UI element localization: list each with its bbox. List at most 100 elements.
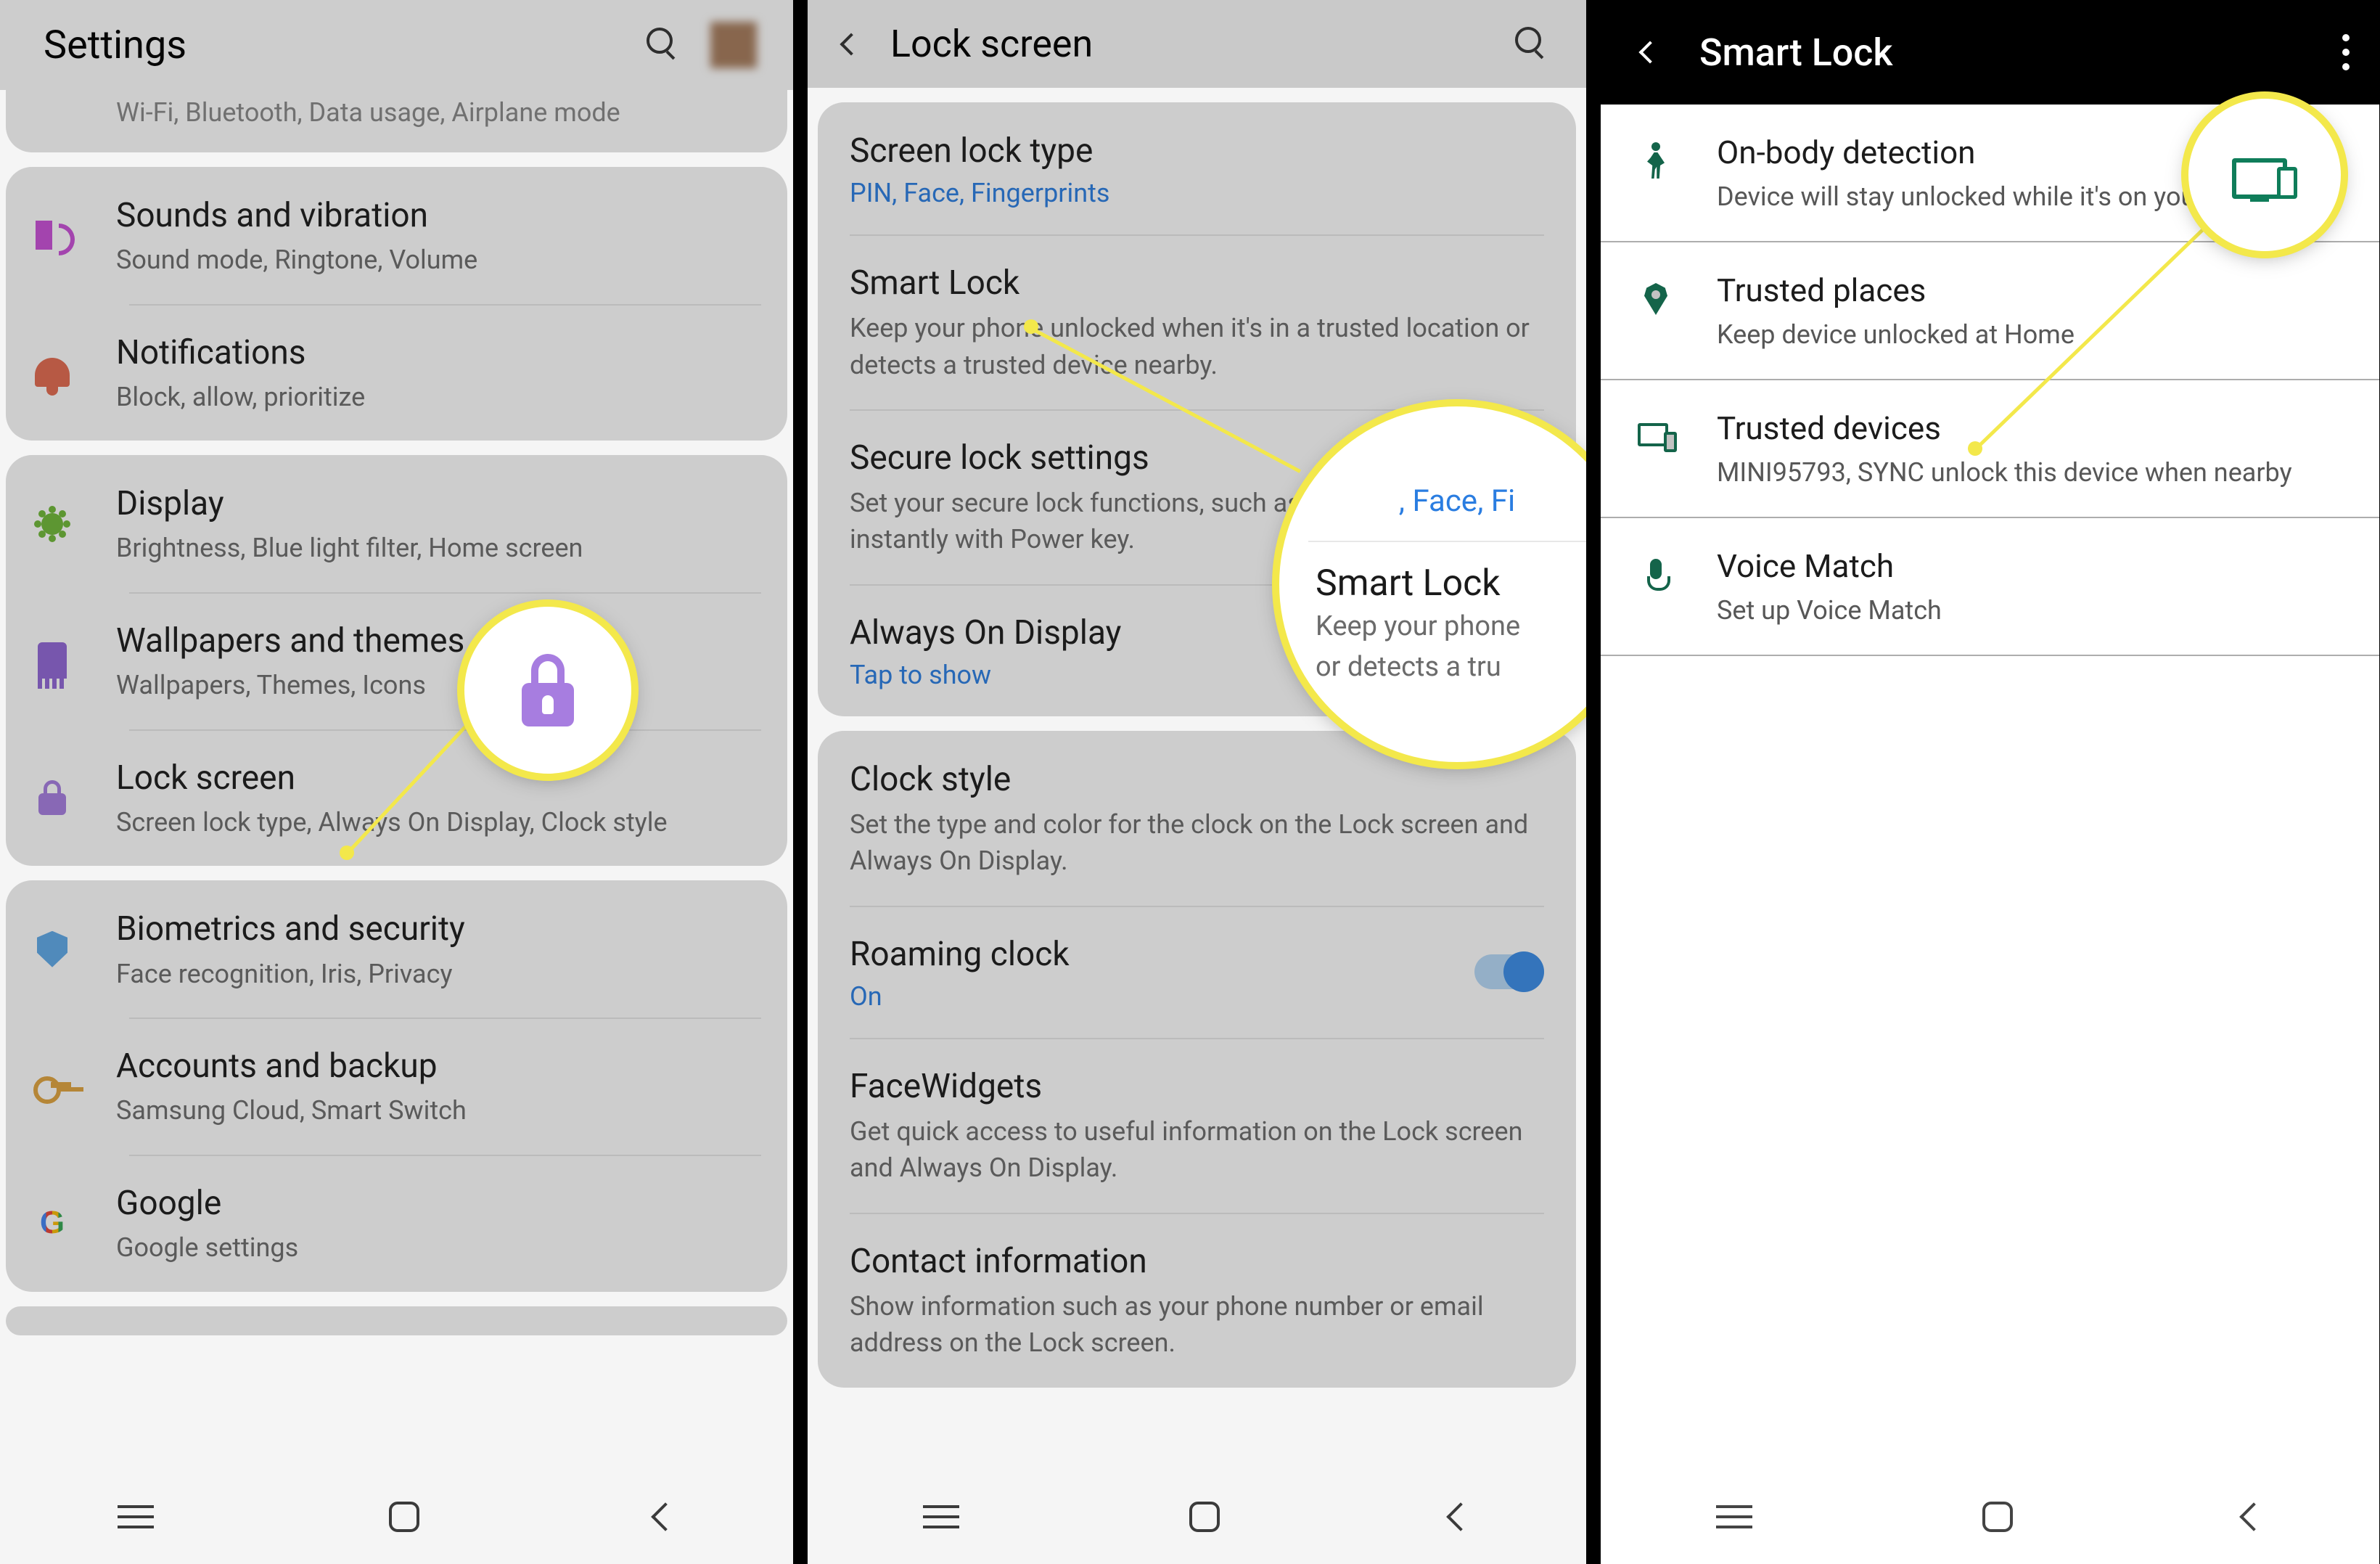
devices-icon (1636, 417, 1676, 457)
settings-item-sub: Google settings (116, 1230, 761, 1266)
nav-bar (0, 1470, 793, 1564)
settings-item-title: Display (116, 481, 761, 526)
settings-item-google[interactable]: G Google Google settings (6, 1155, 787, 1292)
settings-item-sub: Sound mode, Ringtone, Volume (116, 242, 761, 278)
item-sub: Set up Voice Match (1717, 592, 1942, 629)
settings-item-sub: Samsung Cloud, Smart Switch (116, 1093, 761, 1129)
nav-recents[interactable] (1716, 1505, 1752, 1528)
lockscreen-item-smart-lock[interactable]: Smart Lock Keep your phone unlocked when… (818, 234, 1576, 409)
back-button[interactable] (834, 27, 869, 62)
search-icon[interactable] (647, 28, 681, 62)
nav-home[interactable] (1189, 1502, 1220, 1532)
settings-item-sub: Face recognition, Iris, Privacy (116, 957, 761, 992)
nav-home[interactable] (1982, 1502, 2013, 1532)
bell-icon (32, 352, 73, 393)
item-title: Contact information (850, 1239, 1544, 1284)
item-sub: On (850, 981, 1474, 1012)
mic-icon (1636, 554, 1676, 595)
settings-header: Settings (0, 0, 793, 90)
settings-item-sub: Screen lock type, Always On Display, Clo… (116, 805, 761, 840)
item-sub: Show information such as your phone numb… (850, 1288, 1544, 1362)
lockscreen-item-screen-lock-type[interactable]: Screen lock type PIN, Face, Fingerprints (818, 102, 1576, 234)
callout-sub: Keep your phone (1308, 609, 1586, 644)
callout-partial-text: , Face, Fi (1308, 483, 1586, 519)
settings-item-connections-partial[interactable]: Wi-Fi, Bluetooth, Data usage, Airplane m… (6, 90, 787, 152)
item-title: On-body detection (1717, 131, 2202, 176)
walk-icon (1636, 141, 1676, 181)
nav-bar (808, 1470, 1586, 1564)
settings-item-title: Sounds and vibration (116, 193, 761, 238)
nav-back[interactable] (2244, 1507, 2264, 1527)
nav-back[interactable] (655, 1507, 676, 1527)
nav-recents[interactable] (118, 1505, 154, 1528)
brush-icon (32, 640, 73, 681)
settings-item-title: Notifications (116, 330, 761, 375)
page-title: Lock screen (890, 22, 1515, 66)
item-title: Trusted places (1717, 269, 2075, 314)
item-sub: Device will stay unlocked while it's on … (1717, 179, 2202, 215)
settings-item-sounds[interactable]: Sounds and vibration Sound mode, Rington… (6, 167, 787, 304)
lockscreen-item-contact-info[interactable]: Contact information Show information suc… (818, 1213, 1576, 1388)
item-title: Screen lock type (850, 128, 1544, 173)
pin-icon (1636, 279, 1676, 319)
lock-icon (522, 654, 574, 726)
settings-item-accounts[interactable]: Accounts and backup Samsung Cloud, Smart… (6, 1018, 787, 1155)
speaker-icon (32, 215, 73, 255)
google-icon: G (32, 1203, 73, 1243)
settings-item-title: Google (116, 1181, 761, 1226)
lock-screen-screen: Lock screen Screen lock type PIN, Face, … (793, 0, 1586, 1564)
item-sub: Set the type and color for the clock on … (850, 806, 1544, 880)
smart-lock-header: Smart Lock (1601, 0, 2379, 105)
item-sub: Keep device unlocked at Home (1717, 316, 2075, 353)
settings-item-title: Accounts and backup (116, 1044, 761, 1089)
key-icon (32, 1065, 73, 1106)
smart-lock-screen: Smart Lock On-body detection Device will… (1586, 0, 2379, 1564)
lock-icon (32, 777, 73, 818)
search-icon[interactable] (1515, 27, 1550, 62)
more-icon[interactable] (2342, 34, 2350, 70)
back-button[interactable] (1630, 32, 1670, 73)
item-title: Clock style (850, 757, 1544, 802)
annotation-callout-lock-icon (464, 607, 631, 774)
annotation-callout-trusted-devices (2188, 99, 2341, 251)
shield-icon (32, 929, 73, 970)
page-title: Smart Lock (1699, 30, 2342, 75)
item-title: Roaming clock (850, 932, 1474, 977)
settings-item-sub: Brightness, Blue light filter, Home scre… (116, 531, 761, 566)
item-sub: Keep your phone unlocked when it's in a … (850, 310, 1544, 383)
smartlock-item-voice-match[interactable]: Voice Match Set up Voice Match (1601, 518, 2379, 656)
item-sub: PIN, Face, Fingerprints (850, 178, 1544, 208)
settings-item-biometrics[interactable]: Biometrics and security Face recognition… (6, 880, 787, 1018)
item-title: Smart Lock (850, 261, 1544, 306)
settings-item-title: Lock screen (116, 756, 761, 801)
nav-home[interactable] (389, 1502, 419, 1532)
roaming-clock-toggle[interactable] (1474, 954, 1544, 989)
lock-screen-header: Lock screen (808, 0, 1586, 88)
item-title: FaceWidgets (850, 1064, 1544, 1109)
item-title: Trusted devices (1717, 406, 2292, 451)
item-sub: Get quick access to useful information o… (850, 1113, 1544, 1187)
settings-item-wallpapers[interactable]: Wallpapers and themes Wallpapers, Themes… (6, 592, 787, 729)
devices-icon (2232, 151, 2297, 199)
callout-sub: or detects a tru (1308, 650, 1586, 685)
settings-item-sub: Wi-Fi, Bluetooth, Data usage, Airplane m… (116, 95, 761, 131)
nav-back[interactable] (1450, 1507, 1471, 1527)
smartlock-item-trusted-devices[interactable]: Trusted devices MINI95793, SYNC unlock t… (1601, 380, 2379, 518)
settings-item-title: Biometrics and security (116, 906, 761, 951)
sun-icon (32, 504, 73, 544)
item-sub: MINI95793, SYNC unlock this device when … (1717, 454, 2292, 491)
nav-bar (1601, 1470, 2379, 1564)
settings-item-sub: Wallpapers, Themes, Icons (116, 668, 761, 703)
settings-item-notifications[interactable]: Notifications Block, allow, prioritize (6, 304, 787, 441)
smartlock-item-trusted-places[interactable]: Trusted places Keep device unlocked at H… (1601, 242, 2379, 380)
item-title: Voice Match (1717, 544, 1942, 589)
lockscreen-item-roaming-clock[interactable]: Roaming clock On (818, 906, 1576, 1038)
lockscreen-item-facewidgets[interactable]: FaceWidgets Get quick access to useful i… (818, 1038, 1576, 1213)
avatar[interactable] (710, 22, 757, 68)
settings-item-title: Wallpapers and themes (116, 618, 761, 663)
settings-screen: Settings Wi-Fi, Bluetooth, Data usage, A… (0, 0, 793, 1564)
settings-item-display[interactable]: Display Brightness, Blue light filter, H… (6, 455, 787, 592)
settings-item-sub: Block, allow, prioritize (116, 380, 761, 415)
callout-title: Smart Lock (1308, 562, 1586, 605)
nav-recents[interactable] (923, 1505, 959, 1528)
